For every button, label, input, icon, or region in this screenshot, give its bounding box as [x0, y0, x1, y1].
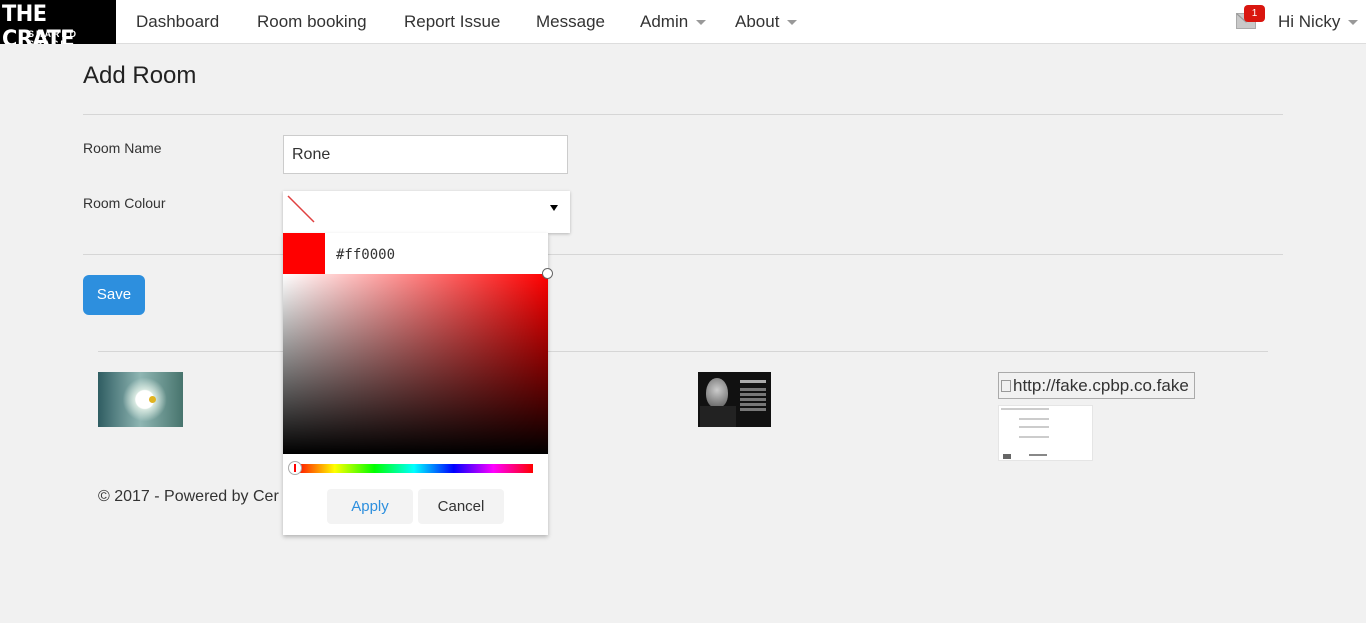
- no-color-swatch-icon: [287, 195, 315, 223]
- thumb-line: [1019, 436, 1049, 438]
- chevron-down-icon: [696, 20, 707, 26]
- room-name-label: Room Name: [83, 140, 162, 156]
- chevron-down-icon: [1348, 20, 1359, 26]
- nav-about-dropdown[interactable]: About: [735, 12, 798, 32]
- hex-value-input[interactable]: #ff0000: [336, 247, 395, 263]
- nav-admin-label: Admin: [640, 12, 689, 31]
- broken-image[interactable]: http://fake.cpbp.co.fake: [998, 372, 1195, 399]
- nav-admin-dropdown[interactable]: Admin: [640, 12, 707, 32]
- portrait-caption-lines: [740, 380, 766, 383]
- chevron-down-icon: [550, 205, 558, 211]
- hue-slider[interactable]: [295, 464, 533, 473]
- saturation-value-area[interactable]: [283, 274, 548, 454]
- thumb-block: [1003, 454, 1011, 459]
- color-preview-swatch: [283, 233, 325, 274]
- top-navbar: THE CRATE SHARED SPACE Dashboard Room bo…: [0, 0, 1366, 44]
- copyright-text: © 2017 - Powered by Cer: [98, 488, 279, 505]
- logo-subtitle: SHARED SPACE: [28, 29, 79, 44]
- thumb-line: [1019, 426, 1049, 428]
- page-title: Add Room: [83, 62, 197, 89]
- portrait-body: [700, 406, 736, 427]
- divider: [83, 254, 1283, 255]
- divider: [83, 114, 1283, 115]
- nav-message[interactable]: Message: [536, 12, 605, 32]
- thumb-line: [1019, 418, 1049, 420]
- room-colour-label: Room Colour: [83, 195, 166, 211]
- portrait-image[interactable]: [698, 372, 771, 427]
- room-colour-select[interactable]: [283, 191, 570, 233]
- thumb-line: [1029, 454, 1047, 456]
- nav-report-issue[interactable]: Report Issue: [404, 12, 500, 32]
- portrait-face: [706, 378, 728, 408]
- save-button[interactable]: Save: [83, 275, 145, 315]
- broken-image-alt: http://fake.cpbp.co.fake: [1013, 376, 1189, 395]
- room-name-input[interactable]: Rone: [283, 135, 568, 174]
- hue-slider-handle[interactable]: [288, 461, 302, 475]
- user-menu[interactable]: Hi Nicky: [1278, 12, 1359, 32]
- notification-badge[interactable]: 1: [1244, 5, 1265, 22]
- brand-logo[interactable]: THE CRATE SHARED SPACE: [0, 0, 116, 44]
- daisy-image[interactable]: [98, 372, 183, 427]
- saturation-value-handle[interactable]: [542, 268, 553, 279]
- broken-image-icon: [1001, 380, 1011, 392]
- screenshot-thumbnail[interactable]: [998, 405, 1093, 461]
- cancel-button[interactable]: Cancel: [418, 489, 504, 524]
- apply-button[interactable]: Apply: [327, 489, 413, 524]
- thumb-line: [1001, 408, 1049, 410]
- user-greeting: Hi Nicky: [1278, 12, 1341, 31]
- footer-divider: [98, 351, 1268, 352]
- chevron-down-icon: [787, 20, 798, 26]
- nav-about-label: About: [735, 12, 780, 31]
- color-picker-panel: #ff0000 Apply Cancel: [283, 233, 553, 535]
- nav-dashboard[interactable]: Dashboard: [136, 12, 219, 32]
- nav-room-booking[interactable]: Room booking: [257, 12, 367, 32]
